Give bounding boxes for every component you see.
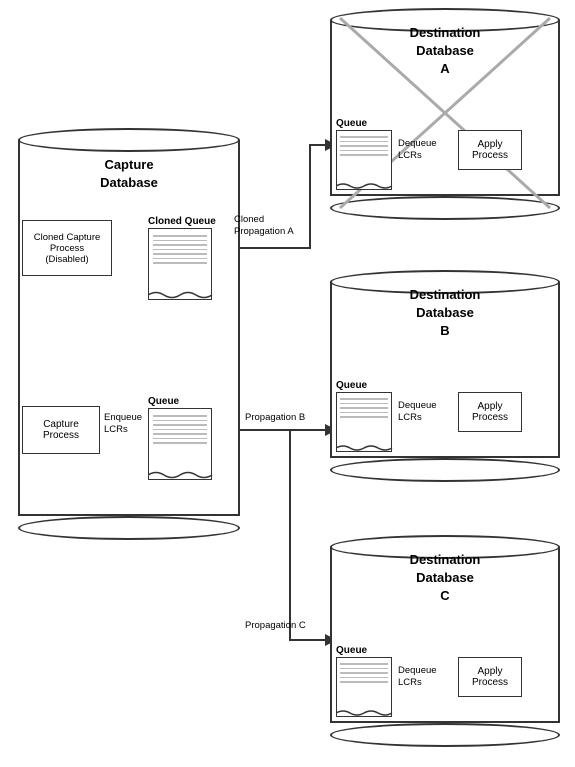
cloned-queue-doc: [148, 228, 212, 300]
apply-process-c-box: Apply Process: [458, 657, 522, 697]
dequeue-lcrs-a-label: Dequeue LCRs: [398, 138, 437, 163]
dest-b-label: Destination Database B: [330, 286, 560, 341]
dest-c-cylinder: Destination Database C Queue Dequeue LCR…: [330, 535, 560, 735]
queue-c-label: Queue: [336, 645, 367, 656]
dequeue-lcrs-b-label: Dequeue LCRs: [398, 400, 437, 425]
cloned-capture-process-box: Cloned Capture Process (Disabled): [22, 220, 112, 276]
cloned-queue-label: Cloned Queue: [148, 216, 216, 227]
dequeue-lcrs-c-label: Dequeue LCRs: [398, 665, 437, 690]
capture-process-box: Capture Process: [22, 406, 100, 454]
cloned-prop-a-label: Cloned Propagation A: [234, 214, 294, 239]
apply-process-b-box: Apply Process: [458, 392, 522, 432]
dest-a-cylinder: Destination Database A Queue Dequeue LCR…: [330, 8, 560, 208]
queue-a-label: Queue: [336, 118, 367, 129]
main-queue-label: Queue: [148, 396, 179, 407]
apply-process-a-box: Apply Process: [458, 130, 522, 170]
queue-b-label: Queue: [336, 380, 367, 391]
capture-db-label: Capture Database: [18, 156, 240, 192]
prop-c-label: Propagation C: [245, 620, 306, 631]
enqueue-lcrs-label: Enqueue LCRs: [104, 412, 142, 437]
prop-b-label: Propagation B: [245, 412, 305, 423]
main-queue-doc: [148, 408, 212, 480]
queue-b-doc: [336, 392, 392, 452]
queue-a-doc: [336, 130, 392, 190]
queue-c-doc: [336, 657, 392, 717]
diagram: Capture Database Cloned Capture Process …: [0, 0, 575, 767]
dest-c-label: Destination Database C: [330, 551, 560, 606]
dest-b-cylinder: Destination Database B Queue Dequeue LCR…: [330, 270, 560, 470]
